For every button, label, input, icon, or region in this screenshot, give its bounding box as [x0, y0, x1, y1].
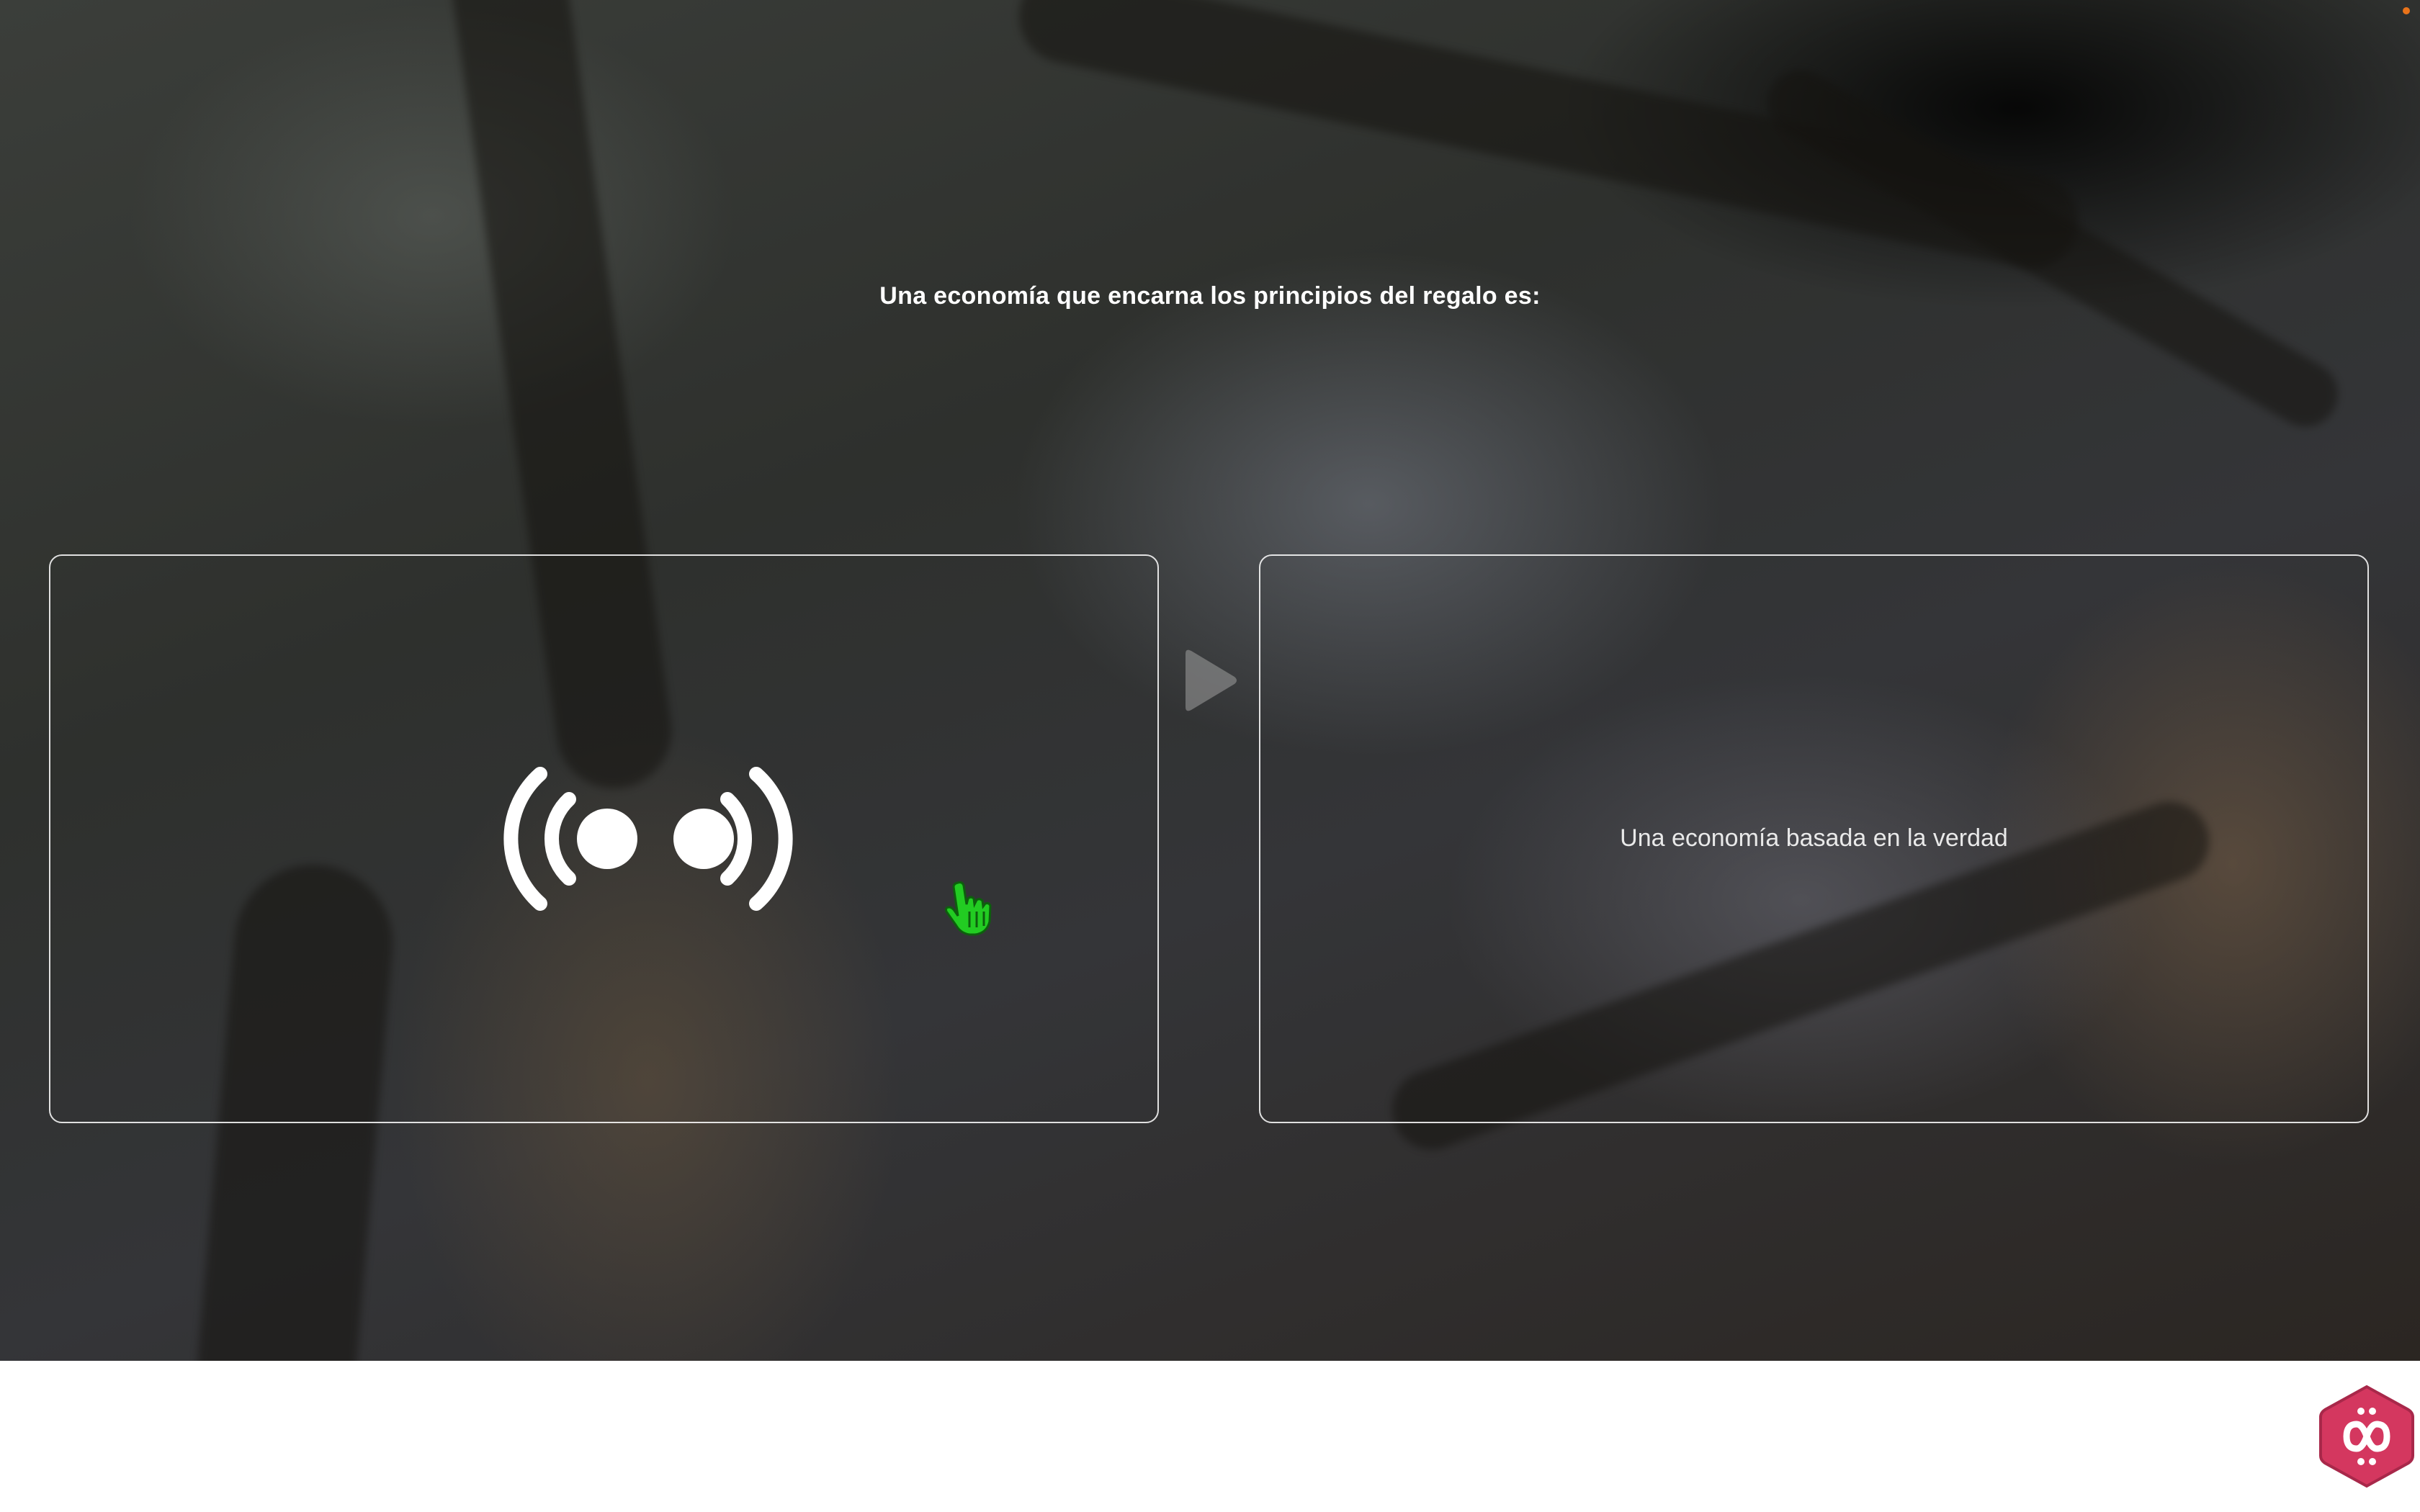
- broadcast-audio-icon: [497, 760, 799, 922]
- status-dot: [2403, 7, 2410, 14]
- answer-option-audio[interactable]: [49, 554, 1159, 1123]
- question-title: Una economía que encarna los principios …: [879, 282, 1541, 310]
- play-arrow-icon[interactable]: [1181, 648, 1239, 716]
- answer-option-verdad[interactable]: Una economía basada en la verdad: [1259, 554, 2369, 1123]
- hand-pointer-icon: [944, 880, 998, 941]
- bottom-bar: [0, 1361, 2420, 1512]
- infinity-hexagon-logo[interactable]: [2318, 1382, 2416, 1494]
- video-background: Una economía que encarna los principios …: [0, 0, 2420, 1361]
- answer-option-label: Una economía basada en la verdad: [1620, 824, 2008, 852]
- background-branch: [1755, 58, 2350, 438]
